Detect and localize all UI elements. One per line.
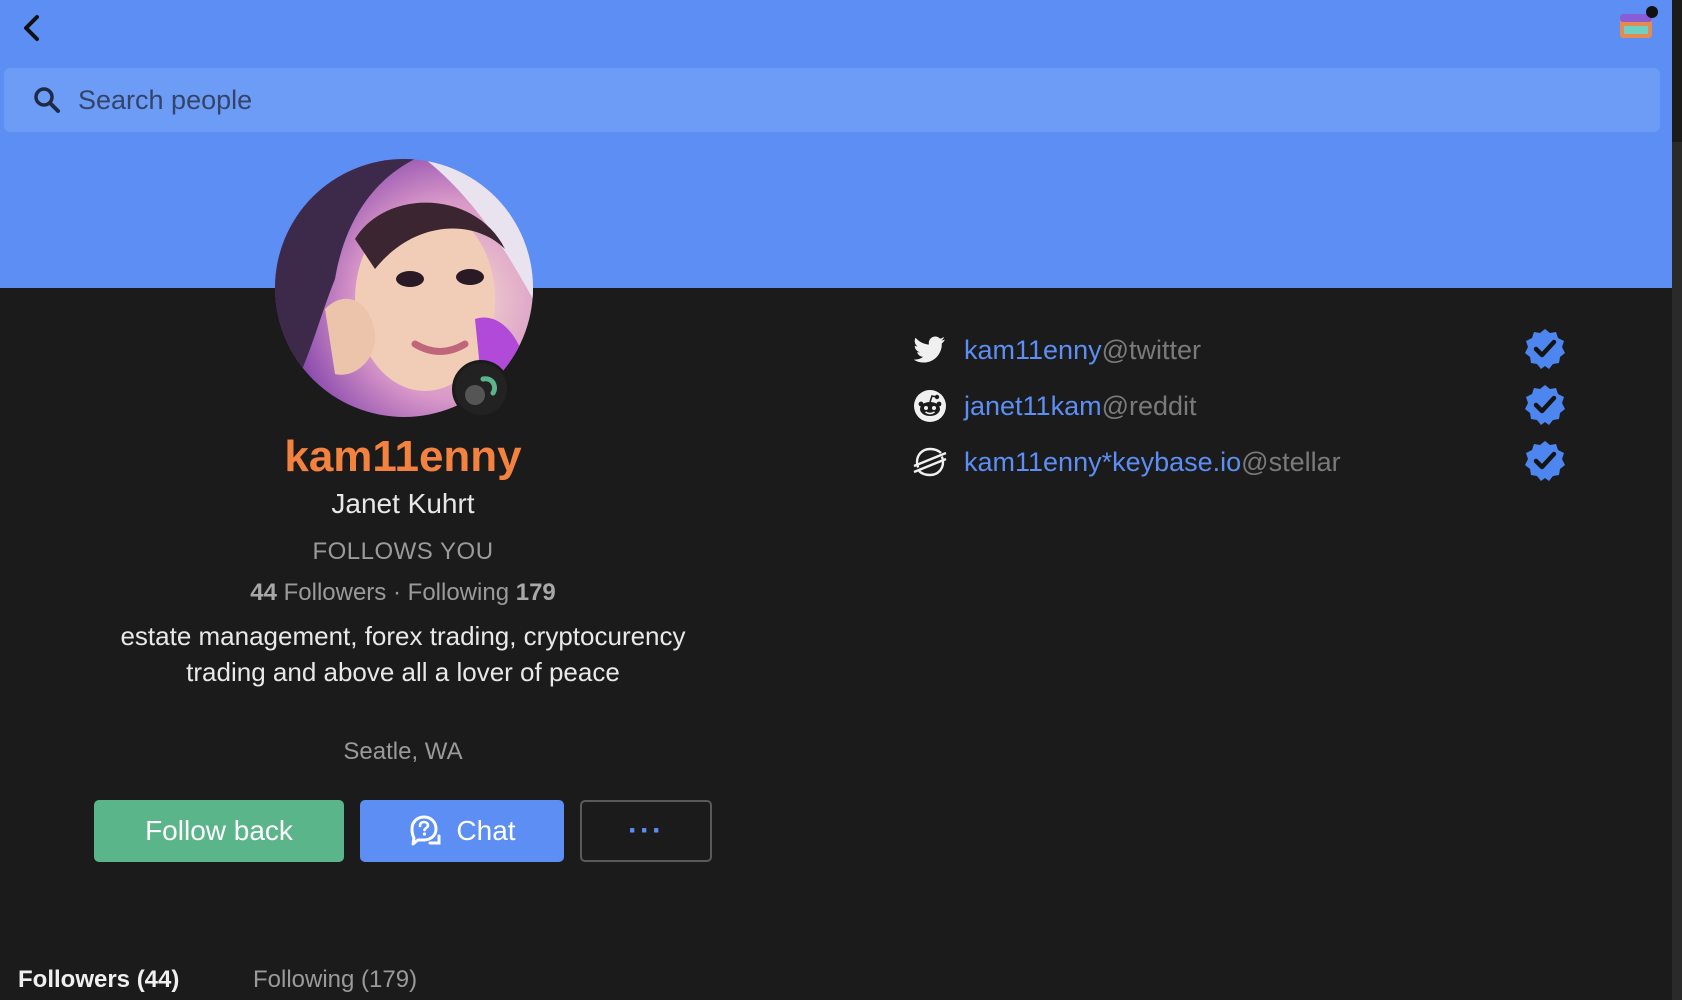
- identity-proofs: kam11enny@twitter janet11kam@reddit kam1…: [912, 322, 1572, 490]
- profile-banner: [0, 0, 1672, 288]
- stellar-icon: [912, 444, 948, 480]
- reddit-icon: [912, 388, 948, 424]
- proof-username[interactable]: kam11enny: [964, 335, 1102, 365]
- tab-following[interactable]: Following (179): [253, 966, 417, 994]
- chat-button[interactable]: Chat: [360, 800, 564, 862]
- verified-check-icon[interactable]: [1524, 440, 1566, 482]
- proof-username[interactable]: kam11enny*keybase.io: [964, 447, 1241, 477]
- proof-service: @stellar: [1241, 446, 1341, 477]
- chat-label: Chat: [456, 815, 516, 846]
- status-badge: [452, 360, 510, 418]
- proof-row-reddit[interactable]: janet11kam@reddit: [912, 378, 1572, 434]
- tab-followers[interactable]: Followers (44): [18, 966, 179, 994]
- back-button[interactable]: [14, 10, 50, 46]
- proof-row-twitter[interactable]: kam11enny@twitter: [912, 322, 1572, 378]
- keybase-app-icon[interactable]: [1618, 6, 1658, 42]
- search-input[interactable]: [76, 67, 1660, 133]
- proof-row-stellar[interactable]: kam11enny*keybase.io@stellar: [912, 434, 1572, 490]
- followers-count: 44: [250, 579, 277, 606]
- location: Seatle, WA: [343, 738, 463, 765]
- followers-label: Followers: [283, 579, 387, 606]
- verified-check-icon[interactable]: [1524, 328, 1566, 370]
- twitter-icon: [912, 332, 948, 368]
- proof-service: @twitter: [1101, 334, 1202, 365]
- proof-service: @reddit: [1101, 390, 1197, 421]
- follow-back-button[interactable]: Follow back: [94, 800, 344, 862]
- chevron-left-icon: [24, 15, 39, 41]
- proof-username[interactable]: janet11kam: [964, 391, 1102, 421]
- search-bar[interactable]: [4, 67, 1660, 133]
- username: kam11enny: [284, 432, 522, 481]
- search-icon: [34, 87, 60, 113]
- scrollbar[interactable]: [1672, 142, 1682, 1000]
- proof-text-reddit: janet11kam@reddit: [964, 391, 1197, 422]
- following-count: 179: [515, 579, 556, 606]
- ellipsis-icon: ···: [628, 814, 664, 847]
- proof-text-twitter: kam11enny@twitter: [964, 335, 1201, 366]
- counts-separator: ·: [392, 579, 401, 606]
- full-name: Janet Kuhrt: [331, 488, 475, 519]
- follows-you-label: FOLLOWS YOU: [312, 538, 494, 565]
- more-options-button[interactable]: ···: [580, 800, 712, 862]
- follow-back-label: Follow back: [145, 815, 293, 846]
- bio: estate management, forex trading, crypto…: [120, 621, 686, 687]
- verified-check-icon[interactable]: [1524, 384, 1566, 426]
- following-label: Following: [407, 579, 510, 606]
- chat-icon: [410, 815, 441, 846]
- proof-text-stellar: kam11enny*keybase.io@stellar: [964, 447, 1341, 478]
- follow-counts: 44 Followers · Following 179: [0, 579, 806, 607]
